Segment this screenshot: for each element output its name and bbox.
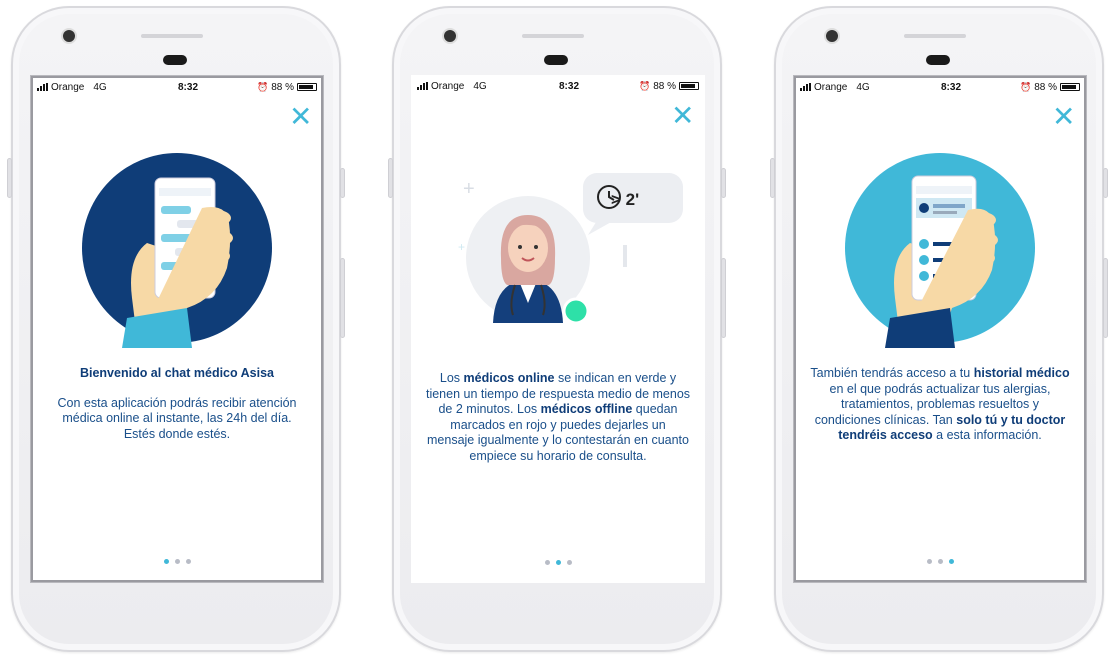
battery-percent: 88 % xyxy=(653,80,676,92)
emphasis-text: historial médico xyxy=(973,366,1070,380)
hand-phone-icon xyxy=(82,153,272,348)
status-bar: Orange 4G 8:32 ⏰ 88 % xyxy=(800,80,1080,94)
page-dot[interactable] xyxy=(937,559,943,564)
emphasis-text: médicos offline xyxy=(540,402,633,416)
front-camera xyxy=(63,30,75,42)
battery-percent: 88 % xyxy=(1034,81,1057,93)
phone-side-button xyxy=(340,168,345,198)
onboarding-mockups: Orange 4G 8:32 ⏰ 88 % ✕ Bienvenido al ch… xyxy=(0,0,1109,657)
body-text: También tendrás acceso a tu xyxy=(810,366,974,380)
clock: 8:32 xyxy=(558,80,579,92)
page-indicator[interactable] xyxy=(31,559,323,564)
response-time-bubble: > 2' xyxy=(611,190,639,209)
page-indicator[interactable] xyxy=(411,560,705,565)
speaker-grille xyxy=(141,34,203,38)
battery-icon xyxy=(679,82,699,90)
network-label: 4G xyxy=(93,81,107,93)
doctors-body: Los médicos online se indican en verde y… xyxy=(425,371,691,464)
earpiece xyxy=(544,55,568,65)
page-dot[interactable] xyxy=(926,559,932,564)
welcome-body: Con esta aplicación podrás recibir atenc… xyxy=(57,395,297,441)
close-icon[interactable]: ✕ xyxy=(671,102,694,130)
close-icon[interactable]: ✕ xyxy=(289,103,312,131)
signal-icon xyxy=(417,82,428,90)
chat-illustration xyxy=(31,148,323,348)
phone-side-button xyxy=(7,158,12,198)
doctor-illustration: + + > 2' xyxy=(411,163,705,363)
close-icon[interactable]: ✕ xyxy=(1052,103,1075,131)
front-camera xyxy=(826,30,838,42)
carrier-label: Orange xyxy=(814,81,848,93)
alarm-icon: ⏰ xyxy=(256,81,269,92)
page-indicator[interactable] xyxy=(794,559,1086,564)
hand-phone-icon xyxy=(845,153,1035,348)
alarm-icon: ⏰ xyxy=(1019,81,1032,92)
phone-side-button xyxy=(770,158,775,198)
alarm-icon: ⏰ xyxy=(638,80,651,91)
welcome-title: Bienvenido al chat médico Asisa xyxy=(79,366,275,380)
page-dot[interactable] xyxy=(948,559,954,564)
page-dot[interactable] xyxy=(163,559,169,564)
onboarding-text: También tendrás acceso a tu historial mé… xyxy=(808,366,1072,444)
carrier-label: Orange xyxy=(51,81,85,93)
carrier-label: Orange xyxy=(431,80,465,92)
battery-icon xyxy=(297,83,317,91)
network-label: 4G xyxy=(473,80,487,92)
doctor-avatar-icon: + + > 2' xyxy=(458,173,683,325)
status-bar: Orange 4G 8:32 ⏰ 88 % xyxy=(37,80,317,94)
page-dot[interactable] xyxy=(185,559,191,564)
onboarding-screen-1: Orange 4G 8:32 ⏰ 88 % ✕ Bienvenido al ch… xyxy=(30,75,324,583)
page-dot[interactable] xyxy=(174,559,180,564)
body-text: a esta información. xyxy=(932,428,1042,442)
phone-side-button xyxy=(388,158,393,198)
onboarding-text: Los médicos online se indican en verde y… xyxy=(425,371,691,464)
phone-side-button xyxy=(1103,258,1108,338)
phone-side-button xyxy=(340,258,345,338)
emphasis-text: médicos online xyxy=(463,371,555,385)
clock: 8:32 xyxy=(177,81,198,93)
svg-text:+: + xyxy=(463,178,475,200)
phone-side-button xyxy=(721,168,726,198)
phone-side-button xyxy=(1103,168,1108,198)
phone-side-button xyxy=(721,258,726,338)
onboarding-screen-3: Orange 4G 8:32 ⏰ 88 % ✕ También tendrás … xyxy=(793,75,1087,583)
svg-text:+: + xyxy=(458,240,465,254)
battery-percent: 88 % xyxy=(271,81,294,93)
network-label: 4G xyxy=(856,81,870,93)
phone-mockup-2: Orange 4G 8:32 ⏰ 88 % ✕ + + > 2' Los méd… xyxy=(388,6,726,652)
onboarding-screen-2: Orange 4G 8:32 ⏰ 88 % ✕ + + > 2' Los méd… xyxy=(411,75,705,583)
page-dot[interactable] xyxy=(544,560,550,565)
signal-icon xyxy=(37,83,48,91)
front-camera xyxy=(444,30,456,42)
earpiece xyxy=(926,55,950,65)
clock: 8:32 xyxy=(940,81,961,93)
history-body: También tendrás acceso a tu historial mé… xyxy=(808,366,1072,444)
battery-icon xyxy=(1060,83,1080,91)
signal-icon xyxy=(800,83,811,91)
earpiece xyxy=(163,55,187,65)
phone-mockup-1: Orange 4G 8:32 ⏰ 88 % ✕ Bienvenido al ch… xyxy=(7,6,345,652)
status-bar: Orange 4G 8:32 ⏰ 88 % xyxy=(417,79,699,93)
phone-mockup-3: Orange 4G 8:32 ⏰ 88 % ✕ También tendrás … xyxy=(770,6,1108,652)
speaker-grille xyxy=(904,34,966,38)
medical-history-illustration xyxy=(794,148,1086,348)
body-text: Los xyxy=(439,371,464,385)
speaker-grille xyxy=(522,34,584,38)
page-dot[interactable] xyxy=(555,560,561,565)
page-dot[interactable] xyxy=(566,560,572,565)
onboarding-text: Bienvenido al chat médico Asisa Con esta… xyxy=(45,366,309,442)
